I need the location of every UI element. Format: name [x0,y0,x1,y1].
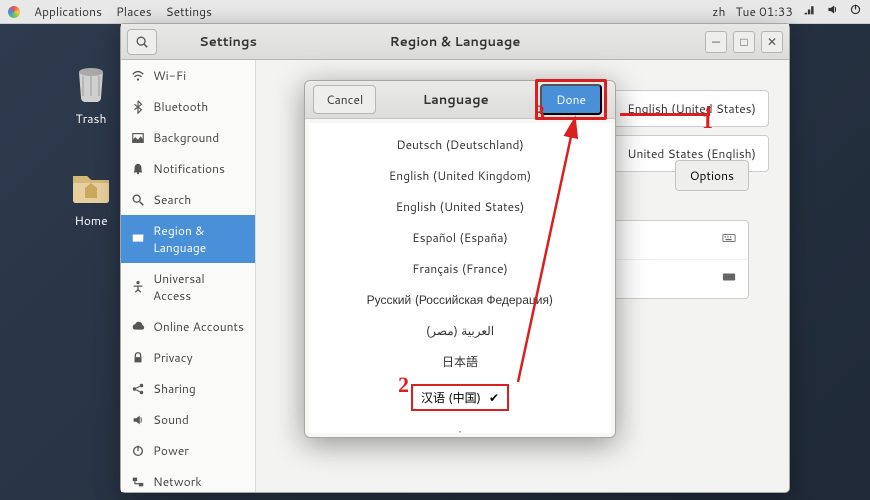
wifi-icon [131,69,145,83]
home-label: Home [56,212,126,229]
sidebar-item-online-accounts[interactable]: Online Accounts [121,311,255,342]
cancel-button[interactable]: Cancel [313,85,376,114]
sidebar-item-label: Privacy [153,349,193,366]
home-folder-icon[interactable]: Home [56,160,126,229]
sound-icon [131,413,145,427]
keyboard-icon[interactable] [722,270,736,288]
lock-icon [131,351,145,365]
sidebar-item-label: Region & Language [153,222,245,256]
accessibility-icon [131,280,145,294]
sidebar-item-label: Universal Access [153,270,245,304]
search-icon [131,193,145,207]
network-icon[interactable] [803,3,816,20]
power-icon[interactable] [849,3,862,20]
sidebar-item-privacy[interactable]: Privacy [121,342,255,373]
sidebar-item-sound[interactable]: Sound [121,404,255,435]
settings-sidebar: Wi-Fi Bluetooth Background Notifications… [121,60,256,492]
sidebar-item-label: Wi-Fi [153,67,186,84]
language-option[interactable]: Español (España) [309,222,611,253]
language-option[interactable]: English (United Kingdom) [309,160,611,191]
sidebar-item-label: Search [153,191,191,208]
close-button[interactable]: ✕ [761,31,783,53]
selected-language-label: 汉语 (中国) [421,389,481,406]
bell-icon [131,162,145,176]
power-setting-icon [131,444,145,458]
annotation-underline-1 [620,106,710,116]
language-dialog: Cancel Language Done Deutsch (Deutschlan… [304,80,616,438]
sidebar-item-label: Online Accounts [153,318,244,335]
language-option[interactable]: Deutsch (Deutschland) [309,129,611,160]
cloud-icon [131,320,145,334]
clock[interactable]: Tue 01:33 [735,3,793,20]
language-option[interactable]: العربية (مصر) [309,315,611,346]
sidebar-item-power[interactable]: Power [121,435,255,466]
minimize-button[interactable]: — [705,31,727,53]
top-panel: Applications Places Settings zh Tue 01:3… [0,0,870,24]
done-button[interactable]: Done [540,84,602,115]
language-option[interactable]: Français (France) [309,253,611,284]
trash-label: Trash [56,110,126,127]
trash-icon[interactable]: Trash [56,58,126,127]
sidebar-item-label: Bluetooth [153,98,208,115]
sidebar-item-bluetooth[interactable]: Bluetooth [121,91,255,122]
language-option[interactable]: English (United States) [309,191,611,222]
more-languages-button[interactable]: ⋮ [309,418,611,433]
settings-menu[interactable]: Settings [166,3,212,20]
input-method-indicator[interactable]: zh [712,3,725,20]
window-header: Settings Region & Language — □ ✕ [121,24,789,60]
sidebar-item-search[interactable]: Search [121,184,255,215]
keyboard-layout-icon[interactable] [722,231,736,249]
sidebar-item-wifi[interactable]: Wi-Fi [121,60,255,91]
applications-menu[interactable]: Applications [34,3,102,20]
done-annotation-box: Done [535,79,607,120]
sidebar-item-universal-access[interactable]: Universal Access [121,263,255,311]
volume-icon[interactable] [826,3,839,20]
sidebar-item-label: Power [153,442,189,459]
options-button[interactable]: Options [675,160,749,191]
sidebar-item-label: Notifications [153,160,225,177]
sidebar-item-region-language[interactable]: Region & Language [121,215,255,263]
dialog-title: Language [423,91,489,109]
language-option[interactable]: Русский (Российская Федерация) [309,284,611,315]
sidebar-item-label: Sharing [153,380,196,397]
maximize-button[interactable]: □ [733,31,755,53]
sidebar-item-label: Sound [153,411,189,428]
sidebar-item-label: Background [153,129,219,146]
dialog-header: Cancel Language Done [305,81,615,119]
window-title-center: Region & Language [121,33,789,51]
language-option[interactable]: 日本語 [309,346,611,377]
share-icon [131,382,145,396]
activities-logo[interactable] [8,6,20,18]
sidebar-item-label: Network [153,473,202,490]
check-icon: ✔ [489,389,499,406]
flag-icon [131,232,145,246]
places-menu[interactable]: Places [116,3,152,20]
sidebar-item-background[interactable]: Background [121,122,255,153]
network-setting-icon [131,475,145,489]
bluetooth-icon [131,100,145,114]
language-list[interactable]: Deutsch (Deutschland) English (United Ki… [309,123,611,433]
sidebar-item-network[interactable]: Network [121,466,255,492]
background-icon [131,131,145,145]
sidebar-item-sharing[interactable]: Sharing [121,373,255,404]
language-option-selected[interactable]: 汉语 (中国) ✔ [411,384,509,411]
sidebar-item-notifications[interactable]: Notifications [121,153,255,184]
